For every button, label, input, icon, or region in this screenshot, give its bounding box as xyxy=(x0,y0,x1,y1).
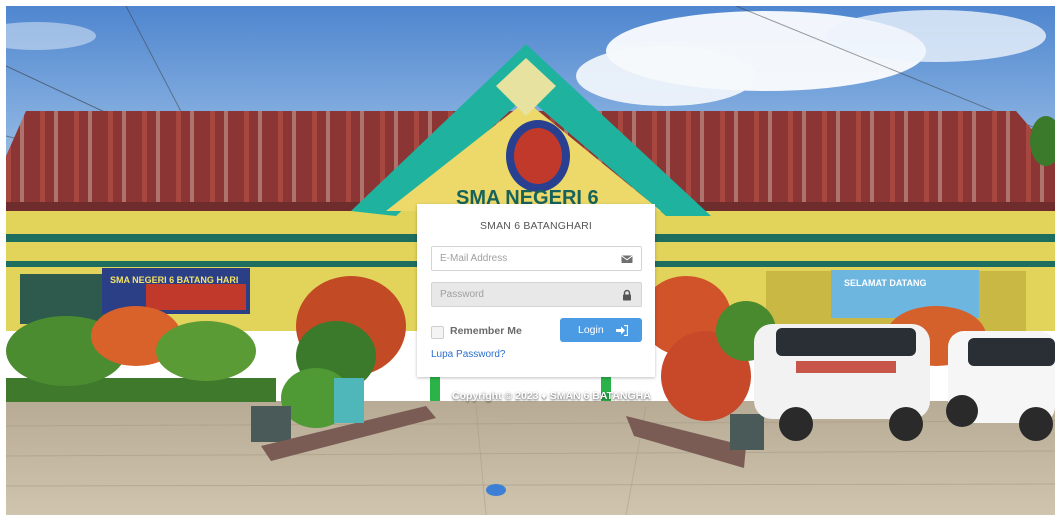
password-input[interactable] xyxy=(432,283,617,306)
page-frame: SMA NEGERI 6 SMA NEGERI 6 BATANG HARI SE… xyxy=(6,6,1055,515)
forgot-password-link[interactable]: Lupa Password? xyxy=(431,349,506,360)
banner-right: SELAMAT DATANG xyxy=(844,278,927,288)
sign-in-icon xyxy=(616,325,628,336)
envelope-icon xyxy=(621,255,633,263)
banner-left: SMA NEGERI 6 BATANG HARI xyxy=(110,275,238,285)
school-title: SMAN 6 BATANGHARI xyxy=(479,220,593,232)
email-input[interactable] xyxy=(432,247,617,270)
email-field-wrapper xyxy=(431,246,642,271)
login-card: SMAN 6 BATANGHARI Remember Me Login xyxy=(417,204,655,377)
lock-icon xyxy=(623,289,631,301)
login-button[interactable]: Login xyxy=(560,318,642,342)
remember-label: Remember Me xyxy=(450,325,522,337)
password-field-wrapper xyxy=(431,282,642,307)
login-button-label: Login xyxy=(578,324,604,336)
copyright-text: Copyright © 2023 ♦ SMAN 6 BATANGHA xyxy=(452,390,651,402)
remember-checkbox[interactable] xyxy=(431,326,444,339)
